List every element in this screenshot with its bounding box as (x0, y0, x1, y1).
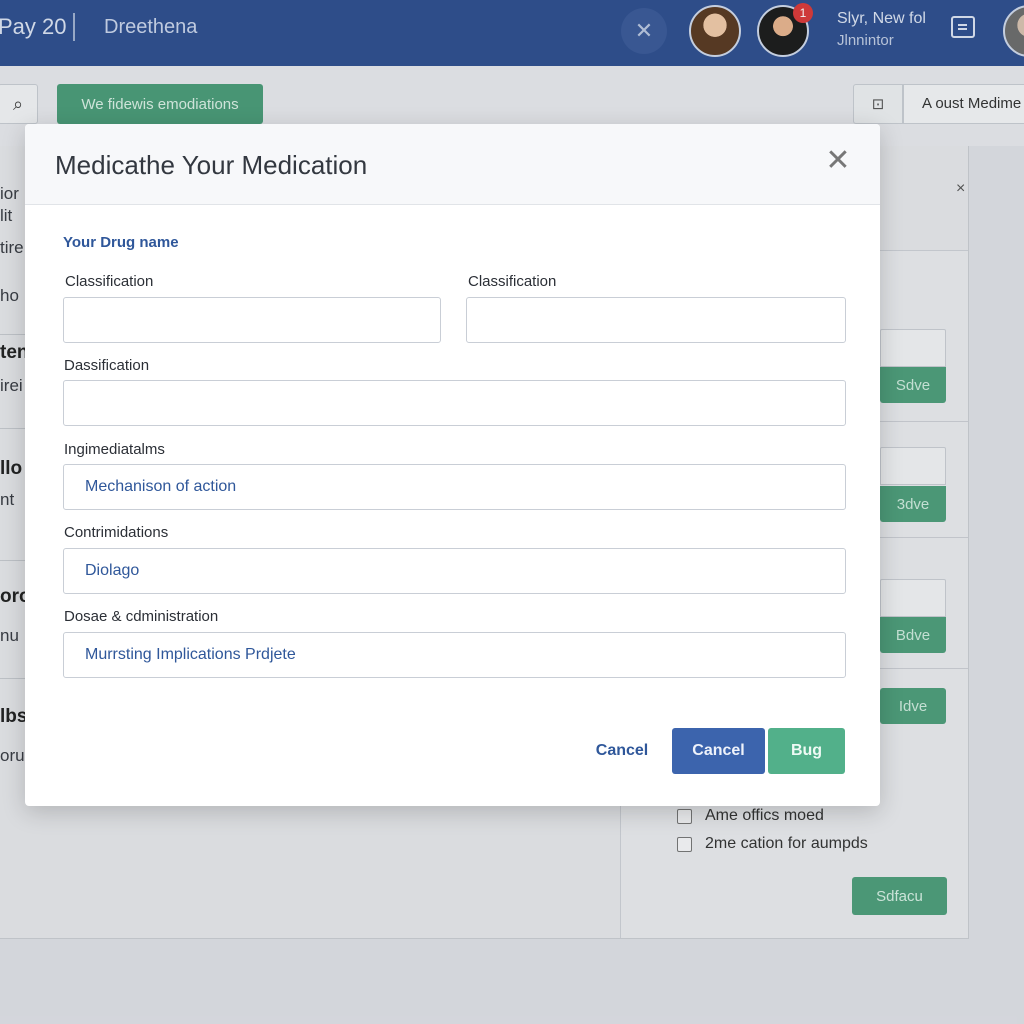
indications-label: Ingimediatalms (64, 441, 165, 458)
classification-input[interactable] (63, 297, 441, 343)
section-label: Your Drug name (63, 234, 179, 251)
classification-input-2[interactable] (466, 297, 846, 343)
dosage-input[interactable]: Murrsting Implications Prdjete (63, 632, 846, 678)
classification-label-2: Classification (468, 273, 557, 290)
dialog-header: Medicathe Your Medication ✕ (25, 124, 880, 205)
contraindications-input[interactable]: Diolago (63, 548, 846, 594)
contraindications-label: Contrimidations (64, 524, 169, 541)
medication-dialog: Medicathe Your Medication ✕ Your Drug na… (25, 124, 880, 806)
close-icon[interactable]: ✕ (823, 146, 853, 176)
submit-button[interactable]: Bug (768, 728, 845, 774)
dialog-title: Medicathe Your Medication (55, 150, 368, 180)
dosage-label: Dosae & cdministration (64, 608, 219, 625)
mechanism-input[interactable]: Mechanison of action (63, 464, 846, 510)
dassification-label: Dassification (64, 357, 150, 374)
dassification-input[interactable] (63, 380, 846, 426)
cancel-link-button[interactable]: Cancel (585, 728, 659, 774)
cancel-button[interactable]: Cancel (672, 728, 765, 774)
classification-label: Classification (65, 273, 154, 290)
